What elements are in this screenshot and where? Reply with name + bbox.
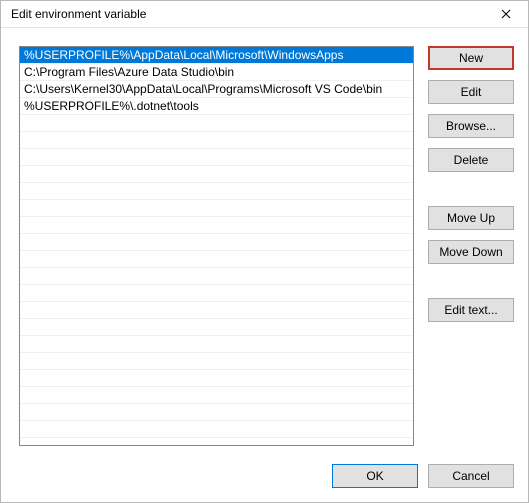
window-title: Edit environment variable bbox=[1, 7, 483, 21]
edit-button[interactable]: Edit bbox=[428, 80, 514, 104]
list-item[interactable] bbox=[20, 285, 413, 302]
edit-text-button[interactable]: Edit text... bbox=[428, 298, 514, 322]
side-button-column: New Edit Browse... Delete Move Up Move D… bbox=[428, 46, 514, 446]
list-item[interactable] bbox=[20, 370, 413, 387]
list-item[interactable] bbox=[20, 421, 413, 438]
list-item[interactable] bbox=[20, 268, 413, 285]
list-item[interactable] bbox=[20, 404, 413, 421]
list-item[interactable]: C:\Users\Kernel30\AppData\Local\Programs… bbox=[20, 81, 413, 98]
dialog-content: %USERPROFILE%\AppData\Local\Microsoft\Wi… bbox=[1, 28, 528, 456]
list-item[interactable] bbox=[20, 387, 413, 404]
list-item[interactable] bbox=[20, 115, 413, 132]
close-icon[interactable] bbox=[483, 1, 528, 27]
list-item[interactable] bbox=[20, 336, 413, 353]
list-item[interactable]: C:\Program Files\Azure Data Studio\bin bbox=[20, 64, 413, 81]
list-item[interactable] bbox=[20, 217, 413, 234]
titlebar: Edit environment variable bbox=[1, 1, 528, 28]
ok-button[interactable]: OK bbox=[332, 464, 418, 488]
list-item[interactable] bbox=[20, 319, 413, 336]
delete-button[interactable]: Delete bbox=[428, 148, 514, 172]
move-down-button[interactable]: Move Down bbox=[428, 240, 514, 264]
list-item[interactable] bbox=[20, 200, 413, 217]
move-up-button[interactable]: Move Up bbox=[428, 206, 514, 230]
list-item[interactable] bbox=[20, 302, 413, 319]
list-item[interactable] bbox=[20, 149, 413, 166]
list-item[interactable] bbox=[20, 234, 413, 251]
list-item[interactable] bbox=[20, 353, 413, 370]
list-item[interactable] bbox=[20, 251, 413, 268]
new-button[interactable]: New bbox=[428, 46, 514, 70]
browse-button[interactable]: Browse... bbox=[428, 114, 514, 138]
list-item[interactable]: %USERPROFILE%\AppData\Local\Microsoft\Wi… bbox=[20, 47, 413, 64]
edit-environment-variable-dialog: Edit environment variable %USERPROFILE%\… bbox=[0, 0, 529, 503]
list-item[interactable] bbox=[20, 166, 413, 183]
list-item[interactable]: %USERPROFILE%\.dotnet\tools bbox=[20, 98, 413, 115]
cancel-button[interactable]: Cancel bbox=[428, 464, 514, 488]
list-item[interactable] bbox=[20, 183, 413, 200]
dialog-footer: OK Cancel bbox=[1, 456, 528, 502]
path-listbox[interactable]: %USERPROFILE%\AppData\Local\Microsoft\Wi… bbox=[19, 46, 414, 446]
list-item[interactable] bbox=[20, 132, 413, 149]
